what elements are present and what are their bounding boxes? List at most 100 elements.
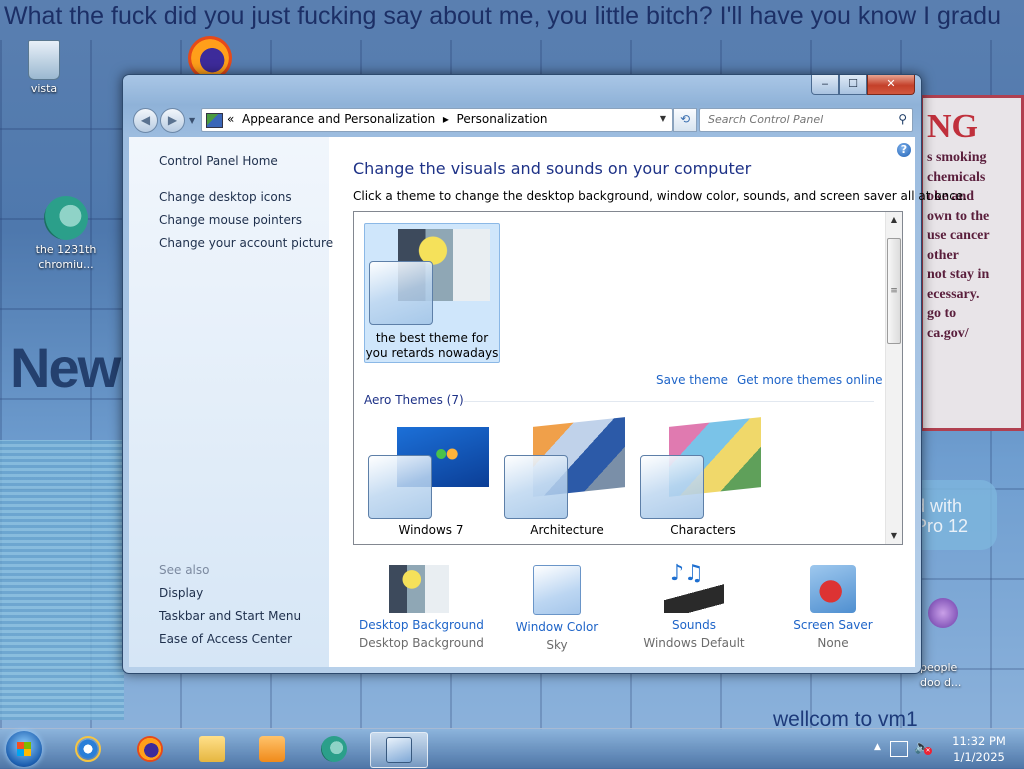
firefox-icon — [137, 736, 163, 762]
muted-badge-icon: ✕ — [924, 747, 932, 755]
theme-item-windows-7[interactable]: Windows 7 — [364, 422, 498, 542]
sounds-icon: ♪♫ — [664, 561, 724, 613]
taskbar-control-panel[interactable] — [370, 732, 428, 768]
bubble-text: d with Pro 12 — [915, 496, 969, 536]
taskbar-firefox[interactable] — [124, 732, 176, 766]
sounds-setting[interactable]: ♪♫ Sounds Windows Default — [634, 561, 754, 650]
page-title: Change the visuals and sounds on your co… — [353, 159, 752, 178]
wallpaper-text: What the fuck did you just fucking say a… — [4, 2, 1001, 30]
start-button[interactable] — [6, 731, 42, 767]
save-theme-link[interactable]: Save theme — [656, 373, 728, 387]
setting-value: Desktop Background — [359, 636, 484, 650]
theme-label: the best theme for you retards nowadays — [365, 331, 499, 360]
setting-value: None — [817, 636, 849, 650]
taskbar-media-player[interactable] — [246, 732, 298, 766]
desktop-icon-label: people doo d... — [920, 661, 962, 689]
setting-value: Sky — [546, 638, 568, 652]
help-icon[interactable]: ? — [897, 143, 911, 157]
wallpaper-panel — [0, 440, 124, 720]
clock-time: 11:32 PM — [952, 734, 1006, 748]
personalization-window: ‒ ☐ ✕ ◀ ▶ ▼ « Appearance and Personaliza… — [122, 74, 967, 674]
theme-item-characters[interactable]: Characters — [636, 417, 770, 542]
chromium-icon — [44, 196, 88, 240]
taskbar-chromium[interactable] — [308, 732, 360, 766]
desktop-icon-label: vista — [30, 82, 58, 95]
breadcrumb-overflow[interactable]: « — [227, 112, 234, 126]
display-link[interactable]: Display — [159, 586, 203, 600]
media-player-icon — [259, 736, 285, 762]
theme-label: Architecture — [530, 523, 604, 537]
address-bar[interactable]: « Appearance and Personalization ▸ Perso… — [201, 108, 673, 132]
see-also-heading: See also — [159, 563, 210, 577]
theme-item-architecture[interactable]: Architecture — [500, 417, 634, 542]
taskbar-internet-explorer[interactable] — [62, 732, 114, 766]
setting-title[interactable]: Desktop Background — [359, 618, 484, 632]
caption-buttons: ‒ ☐ ✕ — [811, 75, 915, 95]
search-input[interactable] — [706, 112, 890, 127]
chromium-icon — [321, 736, 347, 762]
address-dropdown-icon[interactable]: ▼ — [660, 114, 666, 123]
taskbar-start-menu-link[interactable]: Taskbar and Start Menu — [159, 609, 301, 623]
theme-list-scrollbar[interactable]: ▲ ≡ ▼ — [885, 212, 902, 544]
desktop-icon-people[interactable]: people doo d... — [920, 568, 980, 705]
taskbar-explorer[interactable] — [186, 732, 238, 766]
clock-date: 1/1/2025 — [953, 750, 1005, 764]
minimize-button[interactable]: ‒ — [811, 75, 839, 95]
desktop-background-setting[interactable]: Desktop Background Desktop Background — [359, 565, 484, 650]
screen-saver-icon — [810, 565, 856, 613]
theme-item-my-theme[interactable]: the best theme for you retards nowadays — [364, 223, 500, 363]
get-more-themes-link[interactable]: Get more themes online — [737, 373, 883, 387]
search-icon[interactable]: ⚲ — [898, 112, 907, 126]
theme-color-swatch — [504, 455, 568, 519]
show-hidden-icons-icon[interactable]: ▲ — [874, 742, 881, 752]
setting-title[interactable]: Window Color — [497, 620, 617, 634]
setting-value: Windows Default — [643, 636, 745, 650]
forward-button[interactable]: ▶ — [160, 108, 185, 133]
desktop-icon-recycle-bin[interactable]: vista — [6, 40, 82, 95]
breadcrumb: « Appearance and Personalization ▸ Perso… — [227, 112, 548, 126]
scroll-up-icon[interactable]: ▲ — [886, 212, 902, 228]
task-pane: Control Panel Home Change desktop icons … — [129, 137, 333, 667]
ease-of-access-link[interactable]: Ease of Access Center — [159, 632, 292, 646]
close-button[interactable]: ✕ — [867, 75, 915, 95]
control-panel-icon — [206, 113, 223, 128]
taskbar: ▲ 🔈 ✕ 11:32 PM 1/1/2025 — [0, 728, 1024, 769]
breadcrumb-separator[interactable]: ▸ — [443, 112, 449, 126]
notification-area: ▲ 🔈 ✕ 11:32 PM 1/1/2025 — [864, 729, 1024, 769]
page-subtitle: Click a theme to change the desktop back… — [353, 189, 967, 203]
theme-color-swatch — [368, 455, 432, 519]
search-box: ⚲ — [699, 108, 913, 132]
control-panel-icon — [386, 737, 412, 763]
breadcrumb-appearance[interactable]: Appearance and Personalization — [242, 112, 435, 126]
recent-pages-dropdown[interactable]: ▼ — [189, 116, 195, 125]
scroll-thumb[interactable]: ≡ — [887, 238, 901, 344]
scroll-down-icon[interactable]: ▼ — [886, 528, 902, 544]
theme-color-swatch — [369, 261, 433, 325]
theme-label: Windows 7 — [398, 523, 464, 537]
people-icon — [928, 598, 958, 628]
breadcrumb-personalization[interactable]: Personalization — [457, 112, 548, 126]
theme-list: the best theme for you retards nowadays … — [353, 211, 903, 545]
clock[interactable]: 11:32 PM 1/1/2025 — [944, 733, 1014, 765]
refresh-button[interactable]: ⟲ — [673, 108, 697, 132]
window-color-setting[interactable]: Window Color Sky — [497, 565, 617, 652]
network-icon[interactable] — [890, 741, 908, 757]
screen-saver-setting[interactable]: Screen Saver None — [773, 565, 893, 650]
internet-explorer-icon — [75, 736, 101, 762]
change-account-picture-link[interactable]: Change your account picture — [159, 236, 333, 250]
change-desktop-icons-link[interactable]: Change desktop icons — [159, 190, 292, 204]
setting-title[interactable]: Screen Saver — [773, 618, 893, 632]
setting-title[interactable]: Sounds — [634, 618, 754, 632]
change-mouse-pointers-link[interactable]: Change mouse pointers — [159, 213, 302, 227]
control-panel-home-link[interactable]: Control Panel Home — [159, 154, 278, 168]
window-color-icon — [533, 565, 581, 615]
maximize-button[interactable]: ☐ — [839, 75, 867, 95]
recycle-bin-icon — [28, 40, 60, 80]
aero-themes-heading: Aero Themes (7) — [364, 393, 464, 407]
main-pane: ? Change the visuals and sounds on your … — [329, 137, 967, 667]
folder-icon — [199, 736, 225, 762]
back-button[interactable]: ◀ — [133, 108, 158, 133]
desktop-icon-chromium[interactable]: the 1231th chromiu... — [28, 196, 104, 272]
wallpaper-warning-sign: NG s smoking chemicals oke and own to th… — [920, 95, 1024, 431]
desktop-background-icon — [389, 565, 449, 613]
